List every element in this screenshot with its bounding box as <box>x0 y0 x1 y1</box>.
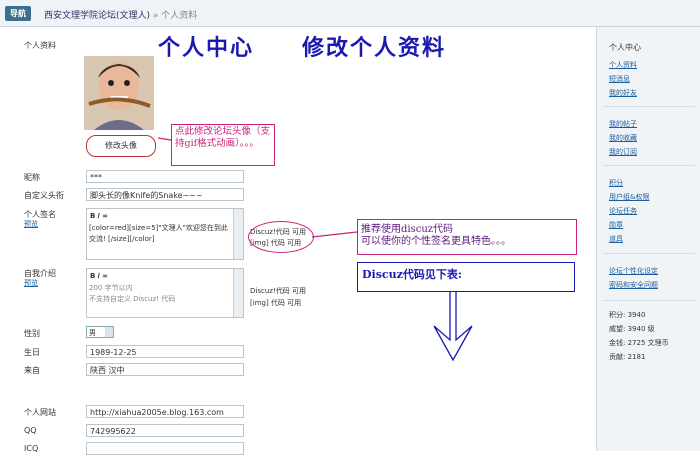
sidebar-link-medals[interactable]: 勋章 <box>609 220 623 230</box>
stat-money: 金钱: 2725 文理币 <box>609 339 669 347</box>
sidebar-link-friends[interactable]: 我的好友 <box>609 88 637 98</box>
sidebar-link-favorites[interactable]: 我的收藏 <box>609 133 637 143</box>
sidebar-link-password[interactable]: 密码和安全问题 <box>609 280 658 290</box>
sidebar-link-tasks[interactable]: 论坛任务 <box>609 206 637 216</box>
avatar-callout-pointer <box>157 137 172 141</box>
sidebar-link-subscriptions[interactable]: 我的订阅 <box>609 147 637 157</box>
stat-prestige: 威望: 3940 级 <box>609 325 655 333</box>
sidebar-link-personalize[interactable]: 论坛个性化设定 <box>609 266 658 276</box>
sidebar-link-credits[interactable]: 积分 <box>609 178 623 188</box>
sidebar-link-usergroup[interactable]: 用户组&权限 <box>609 192 649 202</box>
sidebar-divider <box>603 106 695 107</box>
sidebar-title: 个人中心 <box>609 43 641 52</box>
sidebar-link-messages[interactable]: 短消息 <box>609 74 630 84</box>
sidebar-link-posts[interactable]: 我的帖子 <box>609 119 637 129</box>
sidebar-link-items[interactable]: 道具 <box>609 234 623 244</box>
sidebar-link-profile[interactable]: 个人资料 <box>609 60 637 70</box>
signature-callout-pointer <box>311 231 358 238</box>
sidebar-divider <box>603 300 695 301</box>
stat-credits: 积分: 3940 <box>609 311 646 319</box>
down-arrow-icon <box>433 292 473 362</box>
stat-contribution: 贡献: 2181 <box>609 353 646 361</box>
sidebar-divider <box>603 165 695 166</box>
annotation-arrows <box>157 137 473 362</box>
sidebar-divider <box>603 253 695 254</box>
